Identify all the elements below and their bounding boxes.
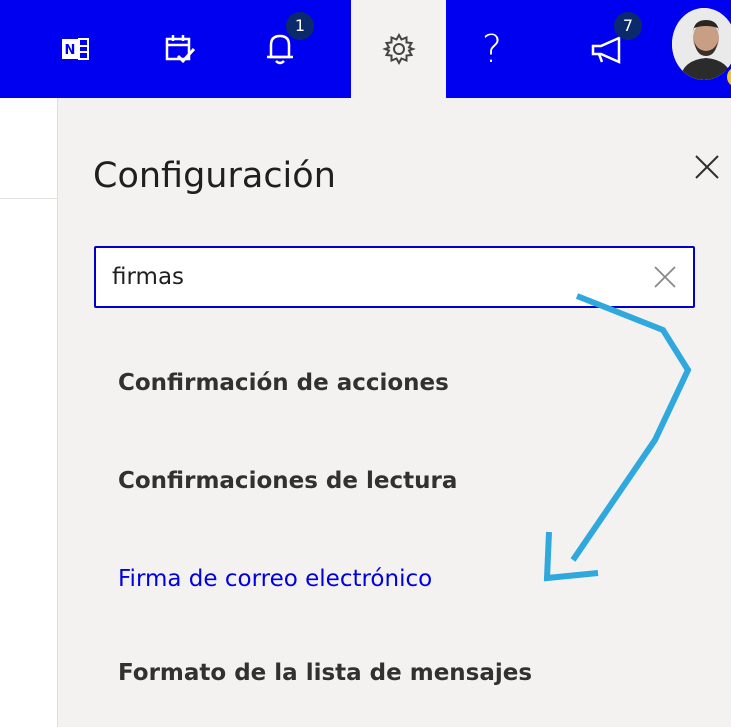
- settings-search-box: [94, 246, 695, 308]
- gear-icon: [381, 32, 416, 66]
- svg-text:N: N: [65, 43, 76, 58]
- close-icon: [654, 266, 676, 288]
- search-result-email-signature[interactable]: Firma de correo electrónico: [118, 566, 432, 592]
- top-bar: N 1 ? 7: [0, 0, 731, 98]
- onenote-icon: N: [62, 38, 89, 60]
- help-button[interactable]: ?: [452, 0, 532, 98]
- whats-new-button[interactable]: 7: [568, 0, 648, 98]
- close-button[interactable]: [690, 150, 724, 184]
- clear-search-button[interactable]: [650, 262, 680, 292]
- page-title: Configuración: [93, 156, 336, 196]
- help-icon: ?: [481, 27, 503, 71]
- avatar: [672, 8, 731, 80]
- account-button[interactable]: [672, 8, 731, 90]
- search-result-item[interactable]: Confirmación de acciones: [118, 370, 449, 396]
- onenote-button[interactable]: N: [35, 0, 115, 98]
- notification-count-badge: 1: [286, 12, 314, 40]
- mail-list-background: [0, 98, 57, 727]
- calendar-button[interactable]: [140, 0, 220, 98]
- whats-new-count-badge: 7: [614, 12, 642, 40]
- search-result-item[interactable]: Confirmaciones de lectura: [118, 468, 457, 494]
- settings-button[interactable]: [351, 0, 446, 98]
- search-input[interactable]: [112, 260, 632, 294]
- calendar-check-icon: [165, 35, 196, 64]
- search-result-item[interactable]: Formato de la lista de mensajes: [118, 660, 532, 686]
- divider: [0, 198, 57, 199]
- close-icon: [695, 155, 719, 179]
- notifications-button[interactable]: 1: [240, 0, 320, 98]
- settings-panel: Configuración Confirmación de acciones C…: [57, 98, 731, 727]
